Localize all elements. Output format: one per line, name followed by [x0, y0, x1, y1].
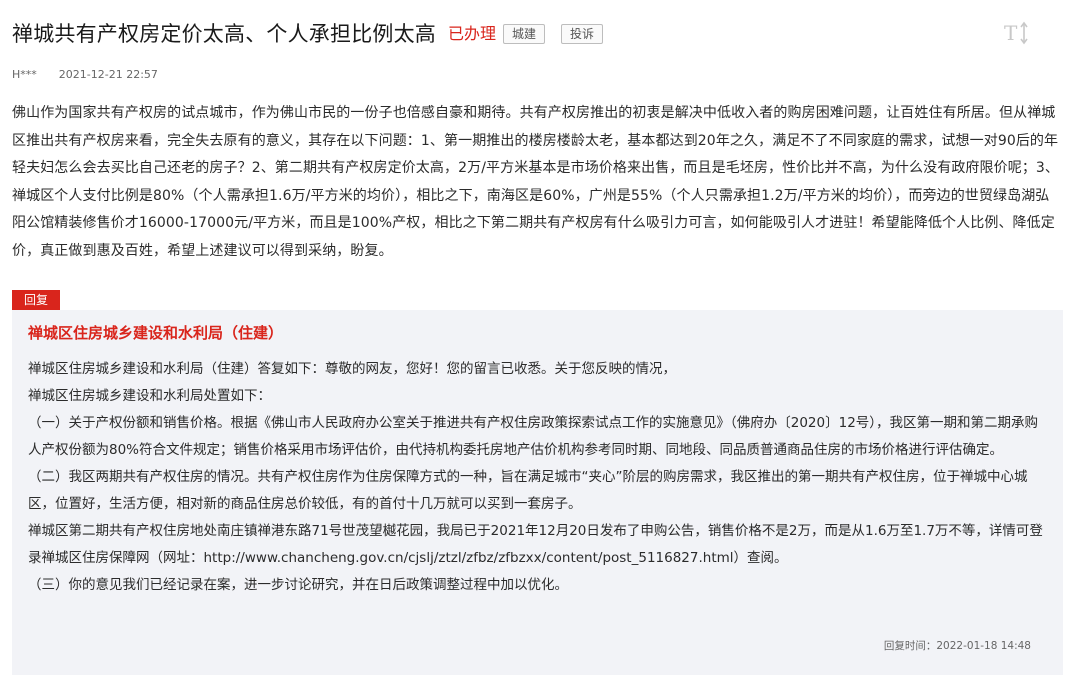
- type-tag[interactable]: 投诉: [561, 24, 604, 44]
- status-label: 已办理: [448, 24, 497, 43]
- reply-paragraph-2: （二）我区两期共有产权住房的情况。共有产权住房作为住房保障方式的一种，旨在满足城…: [28, 469, 1028, 512]
- reply-badge: 回复: [12, 290, 61, 310]
- reply-paragraph-3: 禅城区第二期共有产权住房地处南庄镇禅港东路71号世茂望樾花园，我局已于2021年…: [28, 523, 1043, 566]
- page-title: 禅城共有产权房定价太高、个人承担比例太高: [12, 22, 436, 46]
- post-body: 佛山作为国家共有产权房的试点城市，作为佛山市民的一份子也倍感自豪和期待。共有产权…: [12, 105, 1060, 259]
- category-tag[interactable]: 城建: [503, 24, 546, 44]
- post-author: H***: [12, 68, 37, 81]
- reply-paragraph-1: （一）关于产权份额和销售价格。根据《佛山市人民政府办公室关于推进共有产权住房政策…: [28, 415, 1039, 458]
- font-size-toggle-icon[interactable]: T: [1002, 18, 1032, 48]
- reply-section: 禅城区住房城乡建设和水利局（住建） 禅城区住房城乡建设和水利局（住建）答复如下：…: [12, 310, 1063, 675]
- reply-department: 禅城区住房城乡建设和水利局（住建）: [28, 324, 284, 342]
- page-header: 禅城共有产权房定价太高、个人承担比例太高 已办理 城建 投诉 T: [12, 18, 1060, 50]
- post-date: 2021-12-21 22:57: [58, 68, 158, 81]
- reply-paragraph-4: （三）你的意见我们已经记录在案，进一步讨论研究，并在日后政策调整过程中加以优化。: [28, 577, 568, 593]
- reply-time: 回复时间：2022-01-18 14:48: [883, 640, 1031, 652]
- post-meta: H*** 2021-12-21 22:57: [12, 68, 158, 81]
- svg-text:T: T: [1004, 21, 1018, 45]
- reply-paragraph-intro: 禅城区住房城乡建设和水利局（住建）答复如下：尊敬的网友，您好！您的留言已收悉。关…: [28, 361, 676, 404]
